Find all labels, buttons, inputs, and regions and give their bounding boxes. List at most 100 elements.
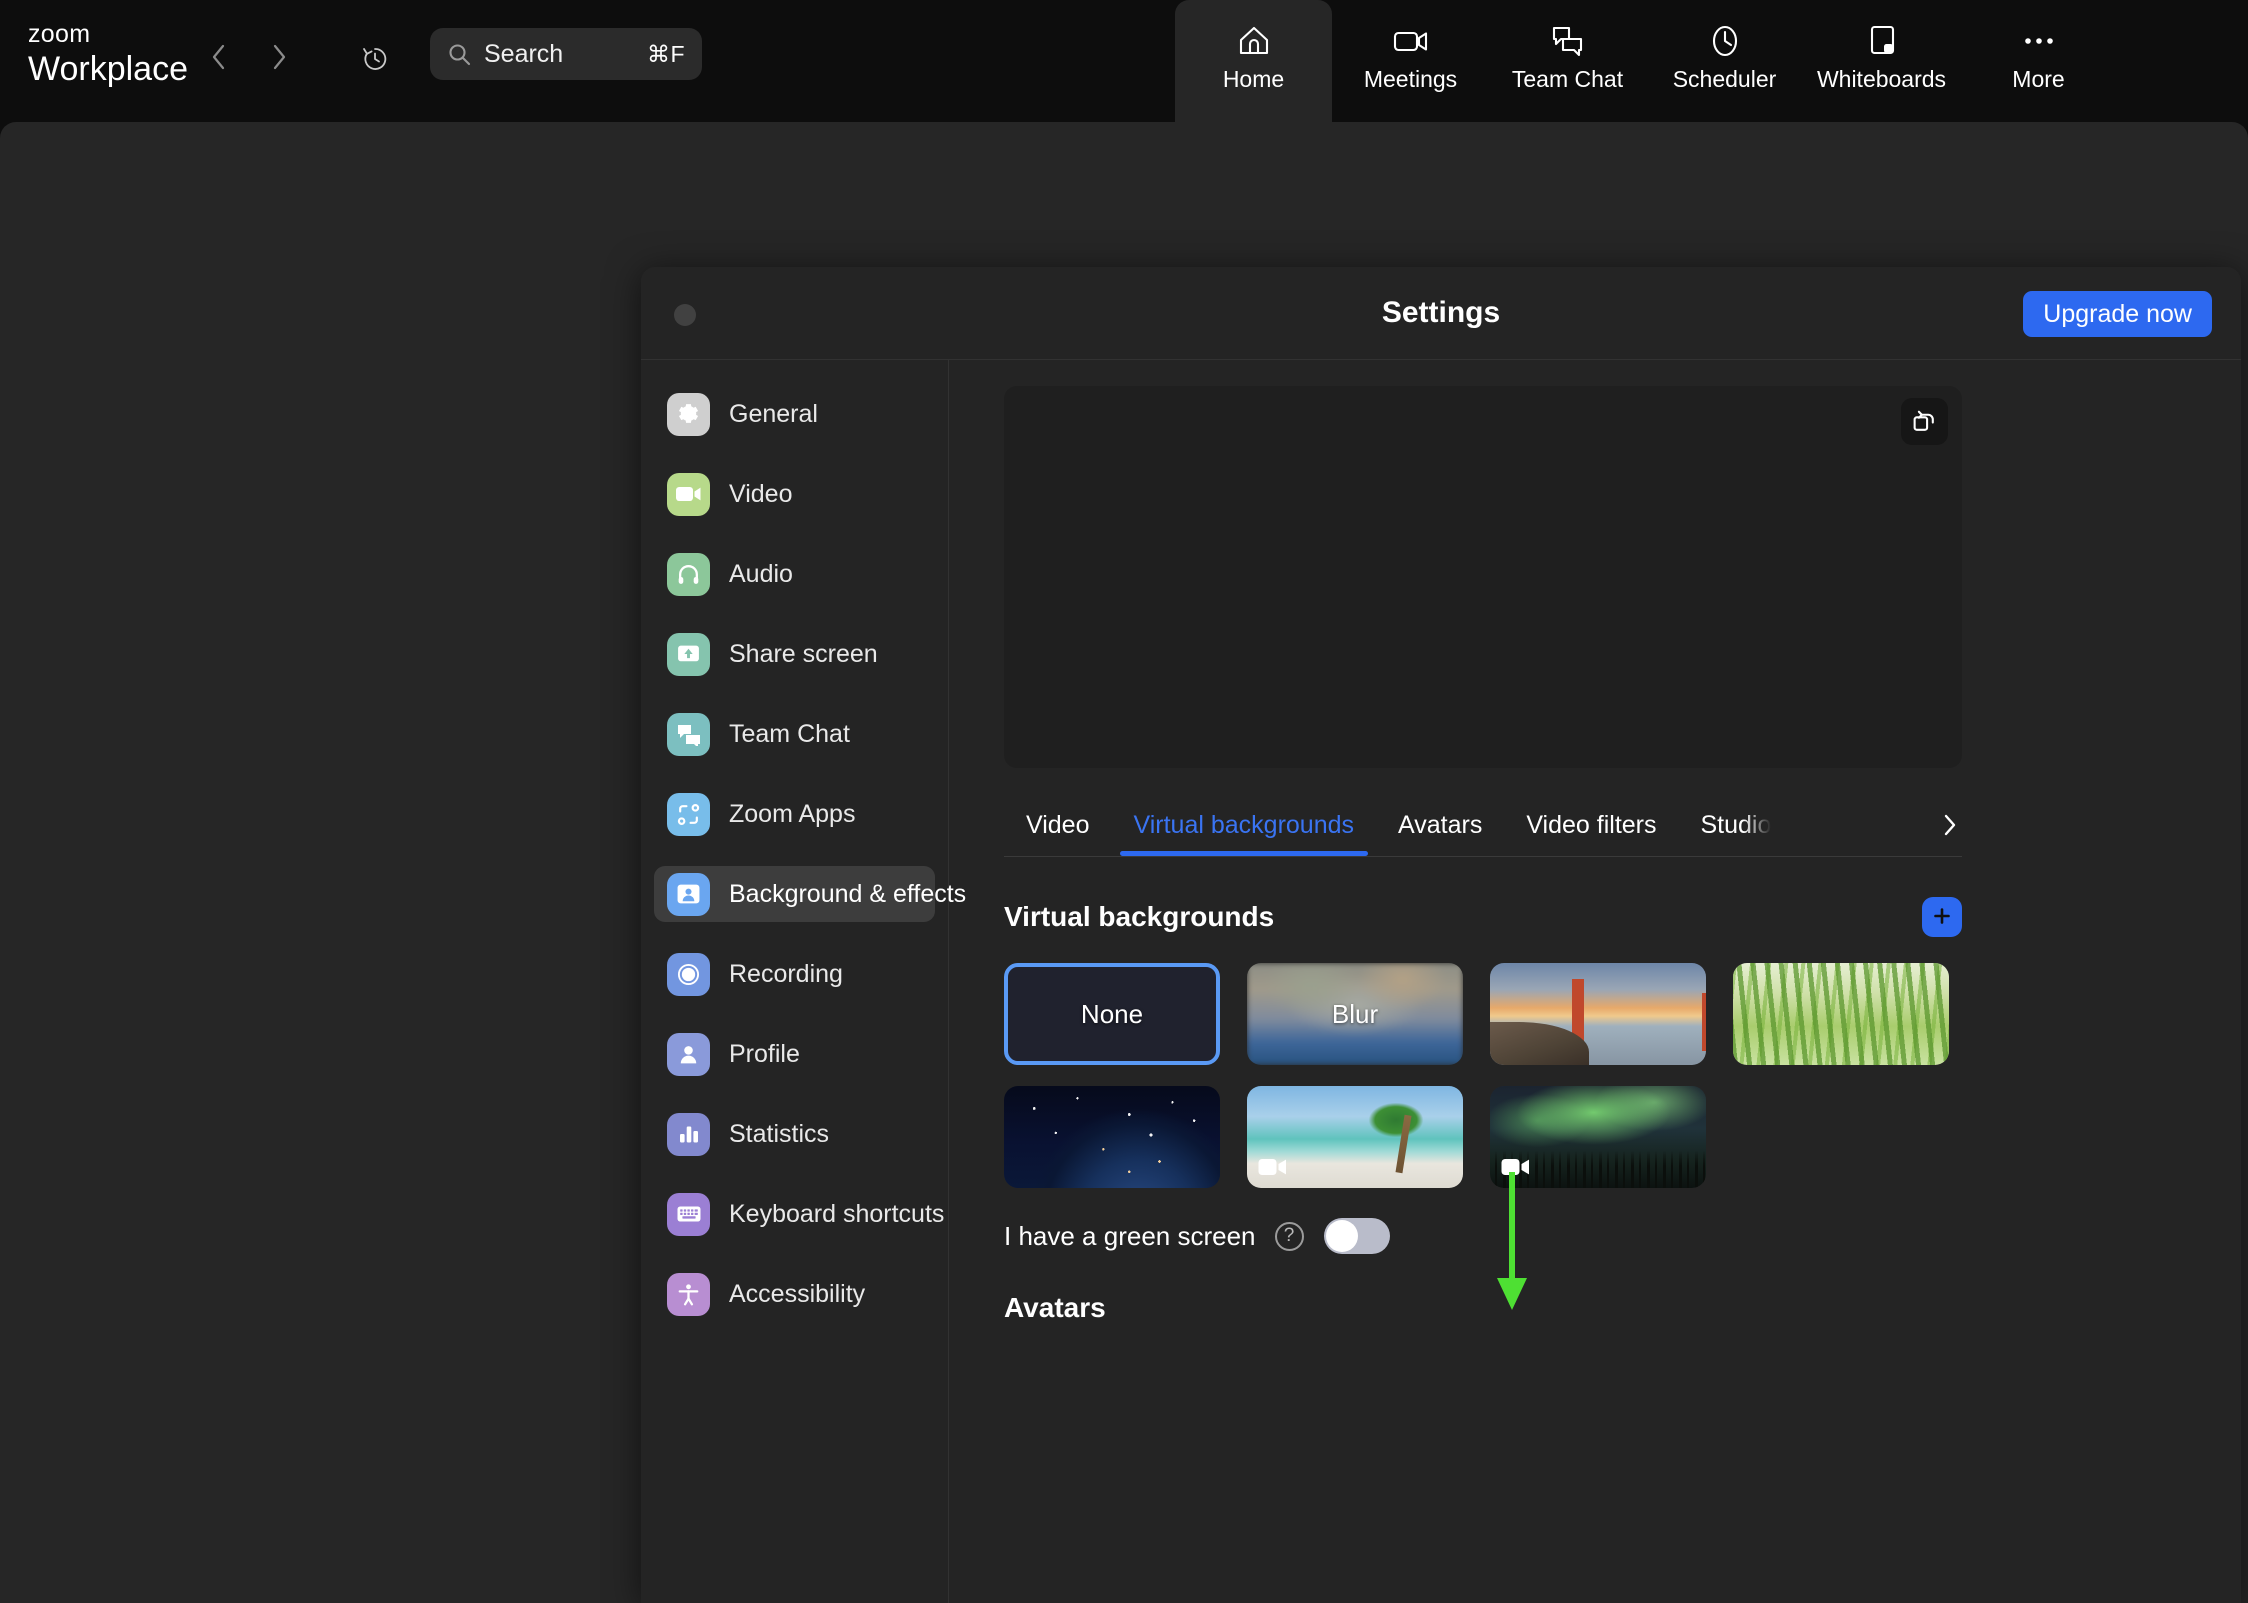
video-badge-icon (1501, 1156, 1531, 1178)
sidebar-item-accessibility-label: Accessibility (729, 1280, 865, 1309)
sidebar-item-audio[interactable]: Audio (654, 546, 935, 602)
background-thumb-earth-from-space[interactable] (1004, 1086, 1220, 1188)
app-logo: zoom Workplace (28, 22, 188, 86)
nav-tab-team-chat-label: Team Chat (1512, 68, 1623, 91)
chat-bubbles-icon (1550, 20, 1586, 62)
video-camera-icon (667, 473, 710, 516)
chevron-right-icon[interactable] (1936, 809, 1962, 841)
background-thumb-golden-gate-bridge[interactable] (1490, 963, 1706, 1065)
video-badge-icon (1258, 1156, 1288, 1178)
upgrade-now-button[interactable]: Upgrade now (2023, 291, 2212, 337)
sidebar-item-share-screen[interactable]: Share screen (654, 626, 935, 682)
background-thumb-none[interactable]: None (1004, 963, 1220, 1065)
sidebar-item-background-effects[interactable]: Background & effects (654, 866, 935, 922)
sidebar-item-background-effects-label: Background & effects (729, 880, 966, 909)
tab-virtual-backgrounds[interactable]: Virtual backgrounds (1112, 795, 1377, 856)
sidebar-item-statistics-label: Statistics (729, 1120, 829, 1149)
green-screen-row: I have a green screen ? (1004, 1218, 1962, 1254)
help-question-icon[interactable]: ? (1275, 1222, 1304, 1251)
sidebar-item-accessibility[interactable]: Accessibility (654, 1266, 935, 1322)
history-clock-icon[interactable] (358, 42, 392, 76)
sidebar-item-general-label: General (729, 400, 818, 429)
nav-tab-home[interactable]: Home (1175, 0, 1332, 122)
gear-icon (667, 393, 710, 436)
search-shortcut-label: ⌘F (647, 41, 685, 68)
sidebar-item-keyboard-shortcuts-label: Keyboard shortcuts (729, 1200, 944, 1229)
tab-avatars[interactable]: Avatars (1376, 795, 1504, 856)
sidebar-item-team-chat[interactable]: Team Chat (654, 706, 935, 762)
nav-tab-whiteboards[interactable]: Whiteboards (1803, 0, 1960, 110)
section-title: Virtual backgrounds (1004, 901, 1274, 933)
sidebar-item-general[interactable]: General (654, 386, 935, 442)
sidebar-item-audio-label: Audio (729, 560, 793, 589)
sidebar-item-profile[interactable]: Profile (654, 1026, 935, 1082)
settings-header: Settings Upgrade now (641, 267, 2241, 360)
sidebar-item-team-chat-label: Team Chat (729, 720, 850, 749)
brand-zoom-text: zoom (28, 22, 188, 47)
nav-tab-team-chat[interactable]: Team Chat (1489, 0, 1646, 110)
nav-tab-meetings-label: Meetings (1364, 68, 1457, 91)
sidebar-item-keyboard-shortcuts[interactable]: Keyboard shortcuts (654, 1186, 935, 1242)
background-thumb-blur-label: Blur (1247, 963, 1463, 1065)
sidebar-item-statistics[interactable]: Statistics (654, 1106, 935, 1162)
toggle-knob (1326, 1220, 1358, 1252)
nav-tab-scheduler[interactable]: Scheduler (1646, 0, 1803, 110)
sidebar-item-recording-label: Recording (729, 960, 843, 989)
grass-image-art (1733, 963, 1949, 1065)
settings-title: Settings (641, 296, 2241, 330)
nav-tab-whiteboards-label: Whiteboards (1817, 68, 1946, 91)
nav-tab-more[interactable]: More (1960, 0, 2117, 110)
sidebar-item-profile-label: Profile (729, 1040, 800, 1069)
sidebar-item-video[interactable]: Video (654, 466, 935, 522)
nav-tab-meetings[interactable]: Meetings (1332, 0, 1489, 110)
whiteboard-icon (1866, 20, 1898, 62)
background-thumb-none-label: None (1008, 967, 1216, 1061)
history-nav-arrows (204, 40, 294, 74)
effects-tab-strip: Video Virtual backgrounds Avatars Video … (1004, 795, 1962, 857)
background-thumb-grass[interactable] (1733, 963, 1949, 1065)
person-icon (667, 1033, 710, 1076)
plus-icon (1931, 905, 1953, 930)
sidebar-item-recording[interactable]: Recording (654, 946, 935, 1002)
record-circle-icon (667, 953, 710, 996)
main-content-area: Settings Upgrade now General (0, 122, 2248, 1603)
home-icon (1236, 20, 1272, 62)
nav-tab-scheduler-label: Scheduler (1673, 68, 1777, 91)
add-background-button[interactable] (1922, 897, 1962, 937)
virtual-backgrounds-section-header: Virtual backgrounds (1004, 897, 1962, 937)
nav-tab-more-label: More (2012, 68, 2064, 91)
sidebar-item-zoom-apps-label: Zoom Apps (729, 800, 855, 829)
headphones-icon (667, 553, 710, 596)
bridge-image-art (1490, 963, 1706, 1065)
chevron-left-icon[interactable] (204, 40, 234, 74)
background-thumb-beach[interactable] (1247, 1086, 1463, 1188)
video-preview-pane (1004, 386, 1962, 768)
background-effects-icon (667, 873, 710, 916)
tab-studio-effects[interactable]: Studio (1679, 795, 1772, 856)
tab-video[interactable]: Video (1004, 795, 1112, 856)
zoom-apps-icon (667, 793, 710, 836)
rotate-mirror-icon[interactable] (1901, 398, 1948, 445)
clock-icon (1708, 20, 1742, 62)
settings-content-panel: Video Virtual backgrounds Avatars Video … (949, 360, 2241, 1603)
ellipsis-icon (2022, 20, 2056, 62)
settings-sidebar: General Video Audio (641, 360, 949, 1603)
green-screen-toggle[interactable] (1324, 1218, 1390, 1254)
video-camera-icon (1392, 20, 1430, 62)
avatars-section-title: Avatars (1004, 1292, 2209, 1324)
top-bar: zoom Workplace Search ⌘F (0, 0, 2248, 122)
main-nav-tabs: Home Meetings Team Chat Scheduler (1175, 0, 2117, 122)
search-input[interactable]: Search ⌘F (430, 28, 702, 80)
sidebar-item-video-label: Video (729, 480, 793, 509)
keyboard-icon (667, 1193, 710, 1236)
virtual-background-thumbnails: None Blur (1004, 963, 1962, 1188)
search-placeholder-text: Search (484, 40, 647, 69)
chevron-right-icon[interactable] (264, 40, 294, 74)
share-screen-icon (667, 633, 710, 676)
accessibility-icon (667, 1273, 710, 1316)
sidebar-item-zoom-apps[interactable]: Zoom Apps (654, 786, 935, 842)
background-thumb-aurora[interactable] (1490, 1086, 1706, 1188)
brand-workplace-text: Workplace (28, 52, 188, 86)
background-thumb-blur[interactable]: Blur (1247, 963, 1463, 1065)
tab-video-filters[interactable]: Video filters (1504, 795, 1678, 856)
